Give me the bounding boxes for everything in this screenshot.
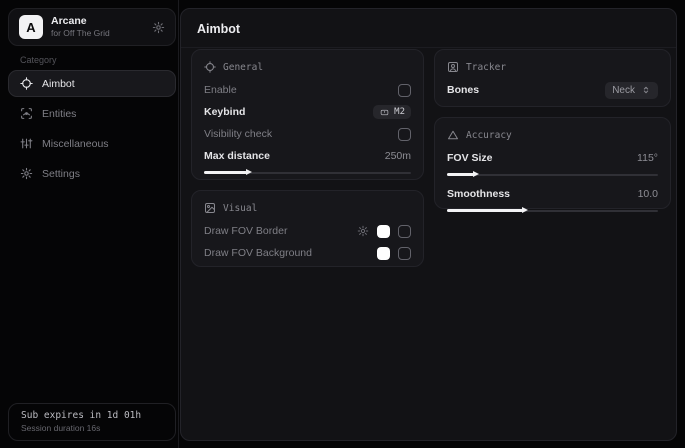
sidebar-item-miscellaneous[interactable]: Miscellaneous [8, 130, 176, 157]
header-divider [181, 47, 676, 48]
fov-background-color-swatch[interactable] [377, 247, 390, 260]
enable-row: Enable [204, 79, 411, 101]
app-title-block: Arcane for Off The Grid [51, 15, 110, 40]
keybind-row: Keybind M2 [204, 101, 411, 123]
slider-fill[interactable] [204, 171, 247, 174]
bones-selected-value: Neck [612, 85, 635, 96]
subscription-card: Sub expires in 1d 01h Session duration 1… [8, 403, 176, 441]
fov-background-controls [377, 247, 411, 260]
fov-size-slider[interactable] [447, 170, 658, 179]
tracker-card-header: Tracker [447, 60, 658, 74]
general-card-title: General [223, 62, 263, 73]
sidebar-item-settings[interactable]: Settings [8, 160, 176, 187]
enable-label: Enable [204, 84, 237, 96]
fov-background-label: Draw FOV Background [204, 247, 312, 259]
slider-fill[interactable] [447, 173, 474, 176]
max-distance-label: Max distance [204, 150, 270, 162]
sidebar-item-label: Miscellaneous [42, 138, 109, 150]
accuracy-card-header: Accuracy [447, 128, 658, 142]
visual-card-header: Visual [204, 201, 411, 215]
keybind-value: M2 [394, 107, 405, 117]
page-title: Aimbot [197, 22, 240, 36]
app-logo: A [19, 15, 43, 39]
fov-border-checkbox[interactable] [398, 225, 411, 238]
sub-expires-text: Sub expires in 1d 01h [21, 410, 163, 421]
accuracy-card-title: Accuracy [466, 130, 512, 141]
fov-background-checkbox[interactable] [398, 247, 411, 260]
app-header-card: A Arcane for Off The Grid [8, 8, 176, 46]
mouse-icon [379, 108, 390, 117]
fov-size-row: FOV Size 115° [447, 147, 658, 169]
smoothness-label: Smoothness [447, 188, 510, 200]
sidebar-item-label: Entities [42, 108, 76, 120]
visibility-check-label: Visibility check [204, 128, 272, 140]
bones-row: Bones Neck [447, 79, 658, 101]
tracker-card: Tracker Bones Neck [434, 49, 671, 107]
app-name: Arcane [51, 15, 110, 29]
sidebar: A Arcane for Off The Grid Category Aimbo… [0, 0, 179, 448]
fov-size-label: FOV Size [447, 152, 493, 164]
gear-icon [20, 167, 33, 180]
session-duration-text: Session duration 16s [21, 423, 163, 433]
app-subtitle: for Off The Grid [51, 28, 110, 39]
sidebar-item-entities[interactable]: Entities [8, 100, 176, 127]
fov-border-label: Draw FOV Border [204, 225, 287, 237]
sidebar-item-aimbot[interactable]: Aimbot [8, 70, 176, 97]
smoothness-row: Smoothness 10.0 [447, 183, 658, 205]
main-panel: Aimbot General Enable Keybind [180, 8, 677, 441]
sliders-icon [20, 137, 33, 150]
fov-border-color-swatch[interactable] [377, 225, 390, 238]
gear-icon[interactable] [357, 225, 369, 237]
user-scan-icon [447, 61, 459, 73]
keybind-button[interactable]: M2 [373, 105, 411, 119]
gear-icon[interactable] [152, 21, 165, 34]
crosshair-icon [204, 61, 216, 73]
category-label: Category [20, 55, 57, 65]
app-window: A Arcane for Off The Grid Category Aimbo… [0, 0, 685, 448]
bones-label: Bones [447, 84, 479, 96]
fov-size-value: 115° [637, 152, 658, 164]
scan-eye-icon [20, 107, 33, 120]
image-icon [204, 202, 216, 214]
enable-checkbox[interactable] [398, 84, 411, 97]
crosshair-icon [20, 77, 33, 90]
accuracy-card: Accuracy FOV Size 115° Smoothness 10.0 [434, 117, 671, 209]
keybind-label: Keybind [204, 106, 245, 118]
bones-select[interactable]: Neck [605, 82, 658, 99]
visual-card: Visual Draw FOV Border Draw FOV Backgrou… [191, 190, 424, 267]
smoothness-value: 10.0 [638, 188, 658, 200]
max-distance-value: 250m [385, 150, 411, 162]
fov-background-row: Draw FOV Background [204, 242, 411, 264]
general-card-header: General [204, 60, 411, 74]
triangle-icon [447, 129, 459, 141]
sidebar-item-label: Settings [42, 168, 80, 180]
general-card: General Enable Keybind M2 Visibility che… [191, 49, 424, 180]
visual-card-title: Visual [223, 203, 257, 214]
max-distance-slider[interactable] [204, 168, 411, 177]
fov-border-controls [357, 225, 411, 238]
visibility-check-checkbox[interactable] [398, 128, 411, 141]
sidebar-item-label: Aimbot [42, 78, 75, 90]
slider-fill[interactable] [447, 209, 523, 212]
fov-border-row: Draw FOV Border [204, 220, 411, 242]
visibility-check-row: Visibility check [204, 123, 411, 145]
sidebar-nav: Aimbot Entities Miscellaneous [8, 70, 176, 187]
smoothness-slider[interactable] [447, 206, 658, 215]
max-distance-row: Max distance 250m [204, 145, 411, 167]
chevrons-up-down-icon [641, 85, 651, 95]
tracker-card-title: Tracker [466, 62, 506, 73]
